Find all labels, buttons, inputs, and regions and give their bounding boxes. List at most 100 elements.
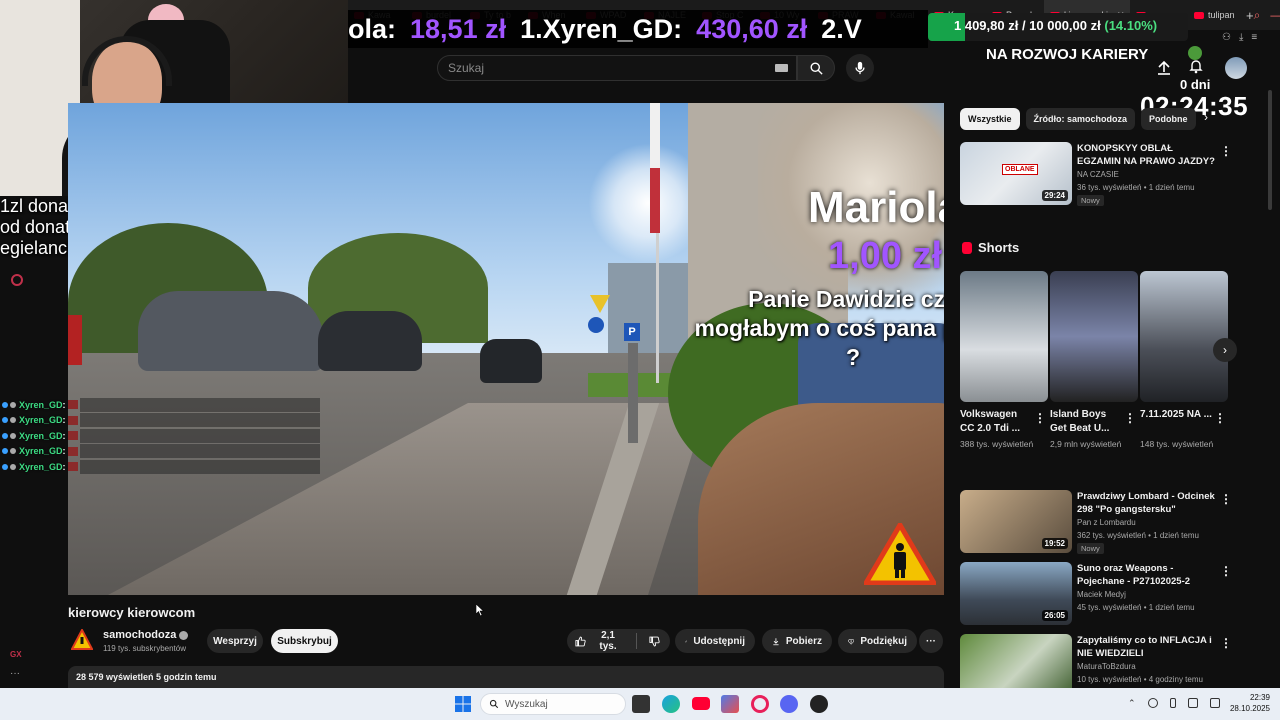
more-actions-button[interactable]: ··· <box>919 629 943 653</box>
thumbs-up-icon[interactable] <box>575 636 586 647</box>
opera-gx-icon[interactable] <box>751 695 769 713</box>
alert-message: Panie Dawidzie czy mogłabym o coś pana p… <box>694 286 944 370</box>
description-box[interactable]: 28 579 wyświetleń 5 godzin temu <box>68 666 944 688</box>
upload-icon[interactable] <box>1156 60 1172 76</box>
more-options-icon[interactable]: ⋮ <box>1034 411 1046 425</box>
join-button[interactable]: Wesprzyj <box>207 629 263 653</box>
chat-badge-icon <box>2 448 8 455</box>
filter-chip[interactable]: Podobne <box>1141 108 1196 130</box>
shorts-next-button[interactable]: › <box>1213 338 1237 362</box>
cloud-icon[interactable] <box>1147 698 1158 708</box>
more-options-icon[interactable]: ⋮ <box>1220 564 1232 578</box>
search-tabs-icon[interactable]: ⌕ <box>1254 8 1261 23</box>
channel-name[interactable]: samochodoza <box>103 629 189 641</box>
subscribe-button[interactable]: Subskrybuj <box>271 629 338 653</box>
search-button[interactable] <box>797 55 835 81</box>
more-options-icon[interactable]: ⋮ <box>1124 411 1136 425</box>
chat-username[interactable]: Xyren_GD <box>19 415 63 425</box>
short-video[interactable]: Volkswagen CC 2.0 Tdi ... 388 tys. wyświe… <box>960 271 1048 450</box>
chat-username[interactable]: Xyren_GD <box>19 462 63 472</box>
short-title[interactable]: 7.11.2025 NA ... <box>1140 408 1212 436</box>
video-channel[interactable]: Pan z Lombardu <box>1077 518 1136 527</box>
donation-ticker: ola: 18,51 zł 1.Xyren_GD: 430,60 zł 2.V <box>348 10 928 48</box>
video-thumbnail[interactable]: 26:05 <box>960 562 1072 625</box>
video-channel[interactable]: Maciek Medyj <box>1077 590 1126 599</box>
video-title[interactable]: Suno oraz Weapons - Pojechane - P2710202… <box>1077 562 1217 588</box>
tray-chevron-icon[interactable]: ⌃ <box>1128 698 1136 709</box>
filter-chip[interactable]: Wszystkie <box>960 108 1020 130</box>
recommended-video[interactable]: OBLANE 29:24 KONOPSKYY OBLAŁ EGZAMIN NA PR… <box>960 142 1260 206</box>
network-icon[interactable] <box>1187 698 1198 708</box>
windows-start-icon[interactable] <box>455 696 471 712</box>
short-title[interactable]: Island Boys Get Beat U... <box>1050 408 1122 436</box>
chat-username[interactable]: Xyren_GD <box>19 446 63 456</box>
short-video[interactable]: 7.11.2025 NA ... 148 tys. wyświetleń ⋮ <box>1140 271 1228 450</box>
chat-emote-icon <box>67 462 78 472</box>
voice-search-button[interactable] <box>846 54 874 82</box>
recommended-video[interactable]: 19:52 Prawdziwy Lombard - Odcinek 298 "Po… <box>960 490 1260 554</box>
short-thumbnail[interactable] <box>1050 271 1138 402</box>
short-video[interactable]: Island Boys Get Beat U... 2,9 mln wyświet… <box>1050 271 1138 450</box>
chat-separator: : <box>62 430 66 441</box>
more-options-icon[interactable]: ⋮ <box>1220 144 1232 158</box>
chips-next-icon[interactable]: › <box>1204 110 1208 124</box>
recommended-video[interactable]: 26:05 Suno oraz Weapons - Pojechane - P27… <box>960 562 1260 626</box>
video-player[interactable]: P Mariola 1,00 zł Panie Dawidzie czy mog… <box>68 103 944 595</box>
short-title[interactable]: Volkswagen CC 2.0 Tdi ... <box>960 408 1032 436</box>
taskbar-clock[interactable]: 22:39 28.10.2025 <box>1228 692 1270 714</box>
video-title[interactable]: Zapytaliśmy co to INFLACJA i NIE WIEDZIE… <box>1077 634 1217 660</box>
career-headline: NA ROZWOJ KARIERY <box>986 46 1149 63</box>
like-count[interactable]: 2,1 tys. <box>592 630 625 652</box>
chat-username[interactable]: Xyren_GD <box>19 400 63 410</box>
menu-icon[interactable]: ≡ <box>1251 32 1257 43</box>
taskbar-search-input[interactable] <box>505 698 615 710</box>
youtube-app-icon[interactable] <box>692 697 710 710</box>
short-thumbnail[interactable] <box>1140 271 1228 402</box>
more-options-icon[interactable]: ⋮ <box>1220 636 1232 650</box>
video-title: kierowcy kierowcom <box>68 605 196 620</box>
profile-icon[interactable]: ⚇ <box>1222 32 1231 43</box>
more-options-icon[interactable]: ⋮ <box>1220 492 1232 506</box>
gx-icon[interactable]: GX <box>10 650 22 659</box>
discord-icon[interactable] <box>780 695 798 713</box>
chat-separator: : <box>62 415 66 426</box>
keyboard-icon[interactable] <box>775 64 788 72</box>
opera-messenger-icon[interactable] <box>11 274 23 286</box>
share-button[interactable]: Udostępnij <box>675 629 755 653</box>
taskbar-search[interactable] <box>480 693 626 715</box>
video-channel[interactable]: MaturaToBzdura <box>1077 662 1136 671</box>
bell-icon[interactable] <box>1188 58 1204 74</box>
chat-message: Xyren_GD: <box>0 413 320 429</box>
filter-chip[interactable]: Źródło: samochodoza <box>1025 108 1136 130</box>
donation-goal-bar: 1 409,80 zł / 10 000,00 zł (14.10%) <box>928 13 1188 41</box>
download-button[interactable]: Pobierz <box>762 629 832 653</box>
volume-icon[interactable] <box>1209 698 1220 708</box>
search-input[interactable] <box>438 56 758 80</box>
minimize-icon[interactable]: — <box>1270 8 1280 23</box>
channel-avatar[interactable] <box>71 629 93 651</box>
like-dislike-group: 2,1 tys. <box>567 629 670 653</box>
snipping-tool-icon[interactable] <box>721 695 739 713</box>
downloads-icon[interactable]: ⤓ <box>1239 32 1243 43</box>
task-view-icon[interactable] <box>632 695 650 713</box>
microphone-tray-icon[interactable] <box>1169 698 1176 708</box>
thumbs-down-icon[interactable] <box>649 636 660 647</box>
new-tab-button[interactable]: + <box>1246 8 1254 23</box>
obs-icon[interactable] <box>810 695 828 713</box>
video-thumbnail[interactable]: OBLANE 29:24 <box>960 142 1072 205</box>
video-title[interactable]: KONOPSKYY OBLAŁ EGZAMIN NA PRAWO JAZDY? … <box>1077 142 1217 168</box>
chat-username[interactable]: Xyren_GD <box>19 431 63 441</box>
video-channel[interactable]: NA CZASIE <box>1077 170 1119 179</box>
page-scrollbar[interactable] <box>1268 90 1272 210</box>
video-title[interactable]: Prawdziwy Lombard - Odcinek 298 "Po gang… <box>1077 490 1217 516</box>
download-label: Pobierz <box>785 635 822 647</box>
video-car-dark <box>318 311 422 371</box>
video-thumbnail[interactable]: 19:52 <box>960 490 1072 553</box>
browser-tab[interactable]: tulipan <box>1188 0 1246 30</box>
edge-icon[interactable] <box>662 695 680 713</box>
short-thumbnail[interactable] <box>960 271 1048 402</box>
thanks-button[interactable]: $ Podziękuj <box>838 629 917 653</box>
account-avatar[interactable] <box>1225 57 1247 79</box>
more-options-icon[interactable]: ⋮ <box>1214 411 1226 425</box>
left-rail-more-icon[interactable]: ··· <box>10 668 20 679</box>
